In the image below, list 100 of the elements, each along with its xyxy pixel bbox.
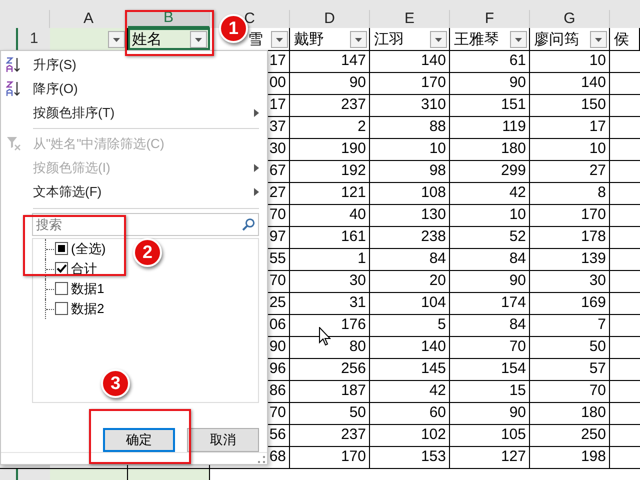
- table-cell: [610, 73, 640, 94]
- checkbox-label[interactable]: (全选): [71, 241, 106, 256]
- checkbox-label[interactable]: 数据1: [71, 281, 104, 296]
- table-cell: 70: [530, 381, 610, 402]
- search-icon: [242, 218, 255, 231]
- checkbox[interactable]: [55, 242, 68, 256]
- table-cell: 7: [530, 315, 610, 336]
- column-title: 戴野: [293, 32, 324, 46]
- table-cell: 15: [450, 381, 530, 402]
- clear-filter-icon: [6, 136, 22, 152]
- resize-grip-icon: [258, 456, 265, 463]
- table-cell: 180: [450, 139, 530, 160]
- table-cell: [610, 95, 640, 116]
- table-cell: 57: [530, 359, 610, 380]
- column-title: 江羽: [373, 32, 404, 46]
- filter-dropdown-button[interactable]: [190, 30, 207, 48]
- filter-dropdown-button[interactable]: [108, 30, 125, 48]
- table-cell: [610, 271, 640, 292]
- table-cell: 104: [370, 293, 450, 314]
- table-cell: 8: [530, 183, 610, 204]
- table-cell: 20: [370, 271, 450, 292]
- cancel-button[interactable]: 取消: [187, 428, 259, 452]
- table-cell: 88: [370, 117, 450, 138]
- table-cell: 60: [370, 403, 450, 424]
- filter-dropdown-button[interactable]: [430, 30, 447, 48]
- table-cell: 130: [370, 205, 450, 226]
- table-cell: 178: [530, 227, 610, 248]
- table-cell: 169: [530, 293, 610, 314]
- sort-descending-icon: [6, 81, 22, 97]
- table-cell: 170: [290, 447, 370, 468]
- table-cell: 180: [530, 403, 610, 424]
- column-title: 王雅琴: [453, 32, 499, 46]
- table-cell: 121: [290, 183, 370, 204]
- table-cell: 30: [530, 271, 610, 292]
- search-field[interactable]: 搜索: [32, 213, 259, 236]
- table-cell: 105: [450, 425, 530, 446]
- filter-dropdown-button[interactable]: [271, 30, 288, 48]
- table-cell: 237: [290, 425, 370, 446]
- table-cell: 192: [290, 161, 370, 182]
- table-cell: 98: [370, 161, 450, 182]
- column-title: 廖问筠: [533, 32, 579, 46]
- filter-dropdown-button[interactable]: [510, 30, 527, 48]
- table-cell: 256: [290, 359, 370, 380]
- ok-button[interactable]: 确定: [103, 428, 175, 452]
- checkbox[interactable]: [55, 302, 68, 316]
- table-cell: 10: [530, 139, 610, 160]
- table-cell: [610, 447, 640, 468]
- table-cell: 151: [450, 95, 530, 116]
- table-cell: 147: [290, 51, 370, 72]
- table-cell: 84: [450, 315, 530, 336]
- column-title: 侯: [613, 32, 629, 46]
- table-cell: 108: [370, 183, 450, 204]
- table-cell: 190: [290, 139, 370, 160]
- table-cell: [610, 425, 640, 446]
- table-cell: [610, 205, 640, 226]
- table-cell: 17: [530, 117, 610, 138]
- checkbox-label[interactable]: 合计: [71, 261, 97, 276]
- table-cell: 90: [450, 271, 530, 292]
- table-cell: 238: [370, 227, 450, 248]
- table-cell: 250: [530, 425, 610, 446]
- table-cell: 50: [290, 403, 370, 424]
- table-cell: [610, 117, 640, 138]
- table-cell: 61: [450, 51, 530, 72]
- filter-dropdown-button[interactable]: [590, 30, 607, 48]
- table-cell: [610, 315, 640, 336]
- table-cell: 84: [450, 249, 530, 270]
- table-cell: 90: [290, 73, 370, 94]
- table-cell: 84: [370, 249, 450, 270]
- table-cell: 2: [290, 117, 370, 138]
- table-cell: 299: [450, 161, 530, 182]
- table-cell: 119: [450, 117, 530, 138]
- table-cell: 139: [530, 249, 610, 270]
- table-cell: [610, 227, 640, 248]
- table-cell: 1: [290, 249, 370, 270]
- table-cell: [610, 161, 640, 182]
- table-cell: [610, 139, 640, 160]
- table-cell: 140: [530, 73, 610, 94]
- table-cell: [610, 183, 640, 204]
- table-cell: 153: [370, 447, 450, 468]
- table-cell: 198: [530, 447, 610, 468]
- checkbox-label[interactable]: 数据2: [71, 301, 104, 316]
- table-cell: 10: [370, 139, 450, 160]
- table-cell: 42: [450, 183, 530, 204]
- submenu-arrow-icon: [254, 164, 259, 172]
- table-cell: 237: [290, 95, 370, 116]
- table-cell: 31: [290, 293, 370, 314]
- table-cell: 170: [530, 205, 610, 226]
- table-cell: 187: [290, 381, 370, 402]
- table-cell: 127: [450, 447, 530, 468]
- checkbox[interactable]: [55, 282, 68, 296]
- table-cell: 161: [290, 227, 370, 248]
- table-cell: 145: [370, 359, 450, 380]
- table-cell: 90: [450, 403, 530, 424]
- table-cell: 90: [450, 73, 530, 94]
- table-cell: 40: [290, 205, 370, 226]
- table-cell: [610, 293, 640, 314]
- table-cell: 154: [450, 359, 530, 380]
- checkbox[interactable]: [55, 262, 68, 276]
- column-title: 姓名: [131, 32, 162, 46]
- filter-dropdown-button[interactable]: [350, 30, 367, 48]
